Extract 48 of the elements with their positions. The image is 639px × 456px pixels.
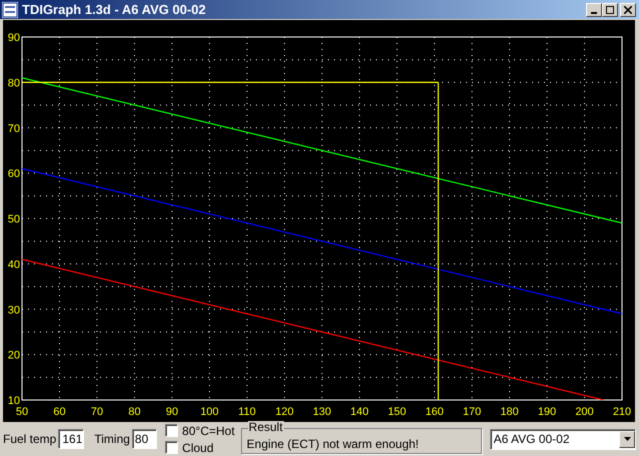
x-tick-label: 50 (16, 406, 28, 418)
checkbox[interactable] (165, 424, 178, 437)
x-tick-label: 170 (462, 406, 482, 418)
field-label: Fuel temp (3, 431, 56, 448)
y-tick-label: 70 (8, 122, 20, 135)
window-title: TDIGraph 1.3d - A6 AVG 00-02 (22, 0, 207, 19)
fuel-temp-field[interactable]: 161 (58, 429, 84, 449)
app-logo-icon (2, 2, 18, 18)
x-tick-label: 140 (350, 406, 369, 418)
y-tick-label: 10 (8, 395, 20, 407)
timing-field[interactable]: 80 (132, 429, 158, 449)
field-label: Timing (94, 431, 130, 448)
y-tick-label: 40 (8, 258, 20, 271)
x-tick-label: 90 (166, 406, 178, 418)
x-tick-label: 120 (275, 406, 294, 418)
x-tick-label: 130 (312, 406, 332, 418)
result-text: Engine (ECT) not warm enough! (246, 438, 419, 450)
checkbox[interactable] (165, 441, 178, 454)
x-tick-label: 160 (425, 406, 444, 418)
minimize-button[interactable] (586, 2, 602, 16)
x-tick-label: 180 (500, 406, 519, 418)
minimize-icon (591, 12, 597, 14)
x-tick-label: 110 (238, 406, 256, 418)
y-tick-label: 90 (8, 32, 20, 44)
y-tick-label: 80 (8, 77, 20, 90)
close-button[interactable] (620, 2, 636, 16)
profile-dropdown[interactable]: A6 AVG 00-02 (490, 428, 636, 450)
maximize-icon (606, 6, 614, 14)
checkbox-label: Cloud (182, 442, 214, 454)
y-tick-label: 20 (8, 350, 20, 362)
close-icon (624, 6, 632, 14)
group-title: Result (248, 421, 284, 433)
x-tick-label: 70 (90, 406, 104, 418)
y-tick-label: 50 (8, 214, 20, 226)
dropdown-value: A6 AVG 00-02 (492, 431, 570, 448)
dropdown-arrow-button[interactable] (619, 430, 635, 448)
x-tick-label: 150 (388, 406, 406, 418)
maximize-button[interactable] (602, 2, 618, 16)
y-tick-label: 30 (8, 304, 20, 316)
x-tick-label: 60 (53, 406, 66, 418)
x-tick-label: 200 (575, 406, 594, 418)
x-tick-label: 210 (612, 406, 632, 418)
x-tick-label: 190 (538, 406, 556, 418)
checkbox-label: 80°C=Hot (182, 424, 235, 436)
y-tick-label: 60 (8, 168, 20, 180)
x-tick-label: 100 (200, 406, 219, 418)
caret-icon (624, 437, 630, 441)
x-tick-label: 80 (128, 406, 141, 418)
